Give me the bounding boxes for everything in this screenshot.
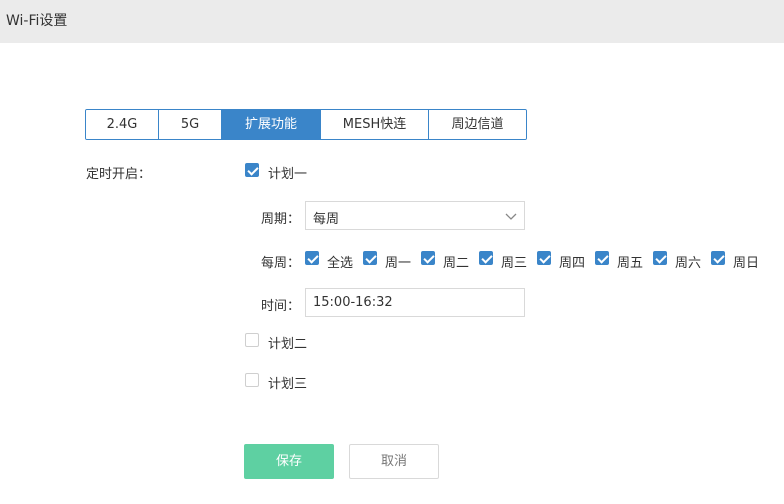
day-label-wed: 周三 xyxy=(501,256,528,271)
day-checkbox-thu[interactable] xyxy=(537,251,551,265)
plan2-label: 计划二 xyxy=(268,337,308,352)
day-label-sat: 周六 xyxy=(675,256,702,271)
plan2-checkbox[interactable] xyxy=(245,333,259,347)
tab-5g[interactable]: 5G xyxy=(159,110,222,139)
plan1-label: 计划一 xyxy=(268,167,308,182)
day-label-thu: 周四 xyxy=(559,256,586,271)
day-label-tue: 周二 xyxy=(443,256,470,271)
period-select[interactable]: 每周 xyxy=(305,201,525,230)
tab-nearby-channels[interactable]: 周边信道 xyxy=(429,110,526,139)
plan1-checkbox[interactable] xyxy=(245,163,259,177)
schedule-label: 定时开启： xyxy=(86,167,152,182)
day-label-fri: 周五 xyxy=(617,256,644,271)
tab-extended-features[interactable]: 扩展功能 xyxy=(222,110,321,139)
cancel-button[interactable]: 取消 xyxy=(349,444,439,479)
period-label: 周期： xyxy=(261,212,301,227)
day-checkbox-sun[interactable] xyxy=(711,251,725,265)
day-label-sun: 周日 xyxy=(733,256,760,271)
day-checkbox-all[interactable] xyxy=(305,251,319,265)
page-title: Wi-Fi设置 xyxy=(6,13,68,29)
time-input[interactable]: 15:00-16:32 xyxy=(305,288,525,317)
day-label-mon: 周一 xyxy=(385,256,412,271)
plan3-checkbox[interactable] xyxy=(245,373,259,387)
weekly-label: 每周： xyxy=(261,256,301,271)
day-checkbox-tue[interactable] xyxy=(421,251,435,265)
day-checkbox-fri[interactable] xyxy=(595,251,609,265)
time-input-value: 15:00-16:32 xyxy=(313,295,393,310)
time-label: 时间： xyxy=(261,299,301,314)
day-checkbox-mon[interactable] xyxy=(363,251,377,265)
tab-2-4g[interactable]: 2.4G xyxy=(86,110,159,139)
day-checkbox-sat[interactable] xyxy=(653,251,667,265)
plan3-label: 计划三 xyxy=(268,377,308,392)
day-checkbox-wed[interactable] xyxy=(479,251,493,265)
tab-mesh[interactable]: MESH快连 xyxy=(321,110,429,139)
tab-bar: 2.4G 5G 扩展功能 MESH快连 周边信道 xyxy=(85,109,527,140)
period-select-value: 每周 xyxy=(313,212,340,227)
chevron-down-icon xyxy=(505,213,517,220)
page-header: Wi-Fi设置 xyxy=(0,0,784,43)
save-button[interactable]: 保存 xyxy=(244,444,334,479)
day-label-all: 全选 xyxy=(327,256,354,271)
